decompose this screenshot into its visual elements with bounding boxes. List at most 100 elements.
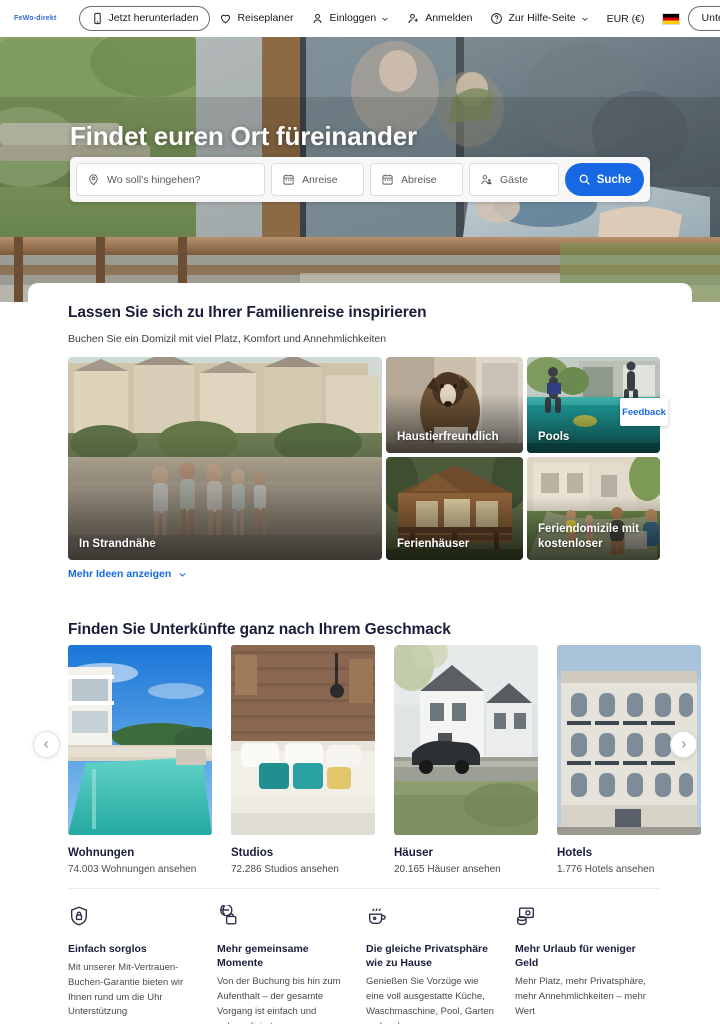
nav-label-signup: Anmelden <box>425 12 473 25</box>
feature-value: Mehr Urlaub für weniger Geld Mehr Platz,… <box>515 905 664 1024</box>
nav-label-download: Jetzt herunterladen <box>108 12 199 25</box>
inspiration-title: Lassen Sie sich zu Ihrer Familienreise i… <box>68 304 427 321</box>
tile-vacation-homes[interactable]: Ferienhäuser <box>386 457 523 560</box>
tile-label-vacation-homes: Ferienhäuser <box>397 537 470 550</box>
guests-placeholder: Gäste <box>500 173 529 186</box>
property-name: Studios <box>231 847 274 859</box>
feature-title: Mehr Urlaub für weniger Geld <box>515 943 636 970</box>
checkin-placeholder: Anreise <box>302 173 338 186</box>
inspire-heading-group: Lassen Sie sich zu Ihrer Familienreise i… <box>68 304 427 345</box>
feature-privacy: Die gleiche Privatsphäre wie zu Hause Ge… <box>366 905 515 1024</box>
carousel-next-button[interactable] <box>670 731 697 758</box>
property-card-apartments[interactable]: Wohnungen 74.003 Wohnungen ansehen <box>68 645 212 875</box>
checkout-input[interactable]: Abreise <box>370 163 463 196</box>
taste-section-title: Finden Sie Unterkünfte ganz nach Ihrem G… <box>68 621 451 638</box>
feature-worry-free: Einfach sorglos Mit unserer Mit-Vertraue… <box>68 905 217 1024</box>
search-button[interactable]: Suche <box>565 163 644 196</box>
guests-input[interactable]: Gäste <box>469 163 559 196</box>
property-name: Wohnungen <box>68 847 135 859</box>
section-divider <box>68 888 660 889</box>
search-bar: Wo soll's hingehen? Anreise Abreise Gäst… <box>70 157 650 202</box>
property-image <box>68 645 212 835</box>
property-count: 72.286 Studios ansehen <box>231 864 339 875</box>
currency-selector[interactable]: EUR (€) <box>598 8 654 30</box>
property-count: 74.003 Wohnungen ansehen <box>68 864 197 875</box>
guests-icon <box>480 173 493 186</box>
feature-title: Die gleiche Privatsphäre wie zu Hause <box>366 943 488 970</box>
page-root: Findet euren Ort füreinander FeWo-direkt… <box>0 0 720 1024</box>
nav-item-login[interactable]: Einloggen <box>302 7 398 30</box>
feature-title: Mehr gemeinsame Momente <box>217 943 309 970</box>
search-icon <box>578 173 591 186</box>
property-card-studios[interactable]: Studios 72.286 Studios ansehen <box>231 645 375 875</box>
coffee-cup-icon <box>366 905 499 931</box>
chevron-down-icon <box>581 15 589 23</box>
tile-pet-friendly[interactable]: Haustierfreundlich <box>386 357 523 453</box>
tile-label-pools: Pools <box>538 430 570 443</box>
search-button-label: Suche <box>596 173 632 186</box>
property-type-carousel: Wohnungen 74.003 Wohnungen ansehen Studi… <box>68 645 701 875</box>
calendar-icon <box>282 173 295 186</box>
checkout-placeholder: Abreise <box>401 173 437 186</box>
property-card-houses[interactable]: Häuser 20.165 Häuser ansehen <box>394 645 538 875</box>
property-card-hotels[interactable]: Hotels 1.776 Hotels ansehen <box>557 645 701 875</box>
property-count: 20.165 Häuser ansehen <box>394 864 501 875</box>
user-icon <box>311 12 324 25</box>
features-row: Einfach sorglos Mit unserer Mit-Vertraue… <box>68 905 664 1024</box>
property-image <box>231 645 375 835</box>
question-circle-icon <box>490 12 503 25</box>
calendar-icon <box>381 173 394 186</box>
more-ideas-label: Mehr Ideen anzeigen <box>68 568 172 580</box>
carousel-prev-button[interactable] <box>33 731 60 758</box>
nav-label-help: Zur Hilfe-Seite <box>508 12 576 25</box>
german-flag-icon[interactable] <box>661 12 680 25</box>
feature-desc: Von der Buchung bis hin zum Aufenthalt –… <box>217 976 341 1024</box>
nav-label-login: Einloggen <box>329 12 377 25</box>
destination-input[interactable]: Wo soll's hingehen? <box>76 163 265 196</box>
house-photo <box>394 645 538 835</box>
shield-lock-icon <box>68 905 201 931</box>
nav-item-trip-planner[interactable]: Reiseplaner <box>210 7 302 30</box>
tile-beach[interactable]: In Strandnähe <box>68 357 382 560</box>
feedback-tab[interactable]: Feedback <box>620 398 668 426</box>
tile-free-cancellation[interactable]: Feriendomizile mit kostenloser <box>527 457 660 560</box>
nav-label-trip-planner: Reiseplaner <box>237 12 294 25</box>
apartment-photo <box>68 645 212 835</box>
destination-placeholder: Wo soll's hingehen? <box>107 173 201 186</box>
chevron-left-icon <box>42 740 51 749</box>
user-plus-icon <box>407 12 420 25</box>
property-name: Hotels <box>557 847 593 859</box>
tile-gradient <box>386 393 523 453</box>
property-count: 1.776 Hotels ansehen <box>557 864 655 875</box>
site-header: FeWo-direkt Jetzt herunterladen Reisepla… <box>0 0 720 37</box>
property-name: Häuser <box>394 847 433 859</box>
tile-label-beach: In Strandnähe <box>79 537 156 550</box>
inspiration-subtitle: Buchen Sie ein Domizil mit viel Platz, K… <box>68 333 387 345</box>
feature-desc: Mehr Platz, mehr Privatsphäre, mehr Anne… <box>515 976 646 1017</box>
feature-title: Einfach sorglos <box>68 943 147 955</box>
inspiration-grid: In Strandnähe Haustierfreundlich Pools F… <box>68 357 660 560</box>
hero-title: Findet euren Ort füreinander <box>70 121 417 151</box>
heart-icon <box>219 12 232 25</box>
studio-photo <box>231 645 375 835</box>
tile-label-free-cancellation: Feriendomizile mit kostenloser <box>538 523 639 550</box>
map-pin-icon <box>87 173 100 186</box>
nav-item-signup[interactable]: Anmelden <box>398 7 481 30</box>
globe-suitcase-icon <box>217 905 350 931</box>
more-ideas-link[interactable]: Mehr Ideen anzeigen <box>68 568 187 580</box>
site-logo[interactable]: FeWo-direkt <box>14 15 57 22</box>
chevron-down-icon <box>381 15 389 23</box>
nav-item-help[interactable]: Zur Hilfe-Seite <box>481 7 597 30</box>
chevron-down-icon <box>178 570 187 579</box>
property-image <box>394 645 538 835</box>
chevron-right-icon <box>679 740 688 749</box>
feature-desc: Genießen Sie Vorzüge wie eine voll ausge… <box>366 976 494 1024</box>
header-nav: Jetzt herunterladen Reiseplaner Einlogge… <box>78 6 688 31</box>
mobile-icon <box>91 12 104 25</box>
checkin-input[interactable]: Anreise <box>271 163 364 196</box>
money-card-icon <box>515 905 648 931</box>
list-property-button[interactable]: Unterkunft vermieten <box>687 6 720 31</box>
nav-item-download[interactable]: Jetzt herunterladen <box>78 6 211 31</box>
tile-label-pet-friendly: Haustierfreundlich <box>397 430 499 443</box>
feature-shared-moments: Mehr gemeinsame Momente Von der Buchung … <box>217 905 366 1024</box>
